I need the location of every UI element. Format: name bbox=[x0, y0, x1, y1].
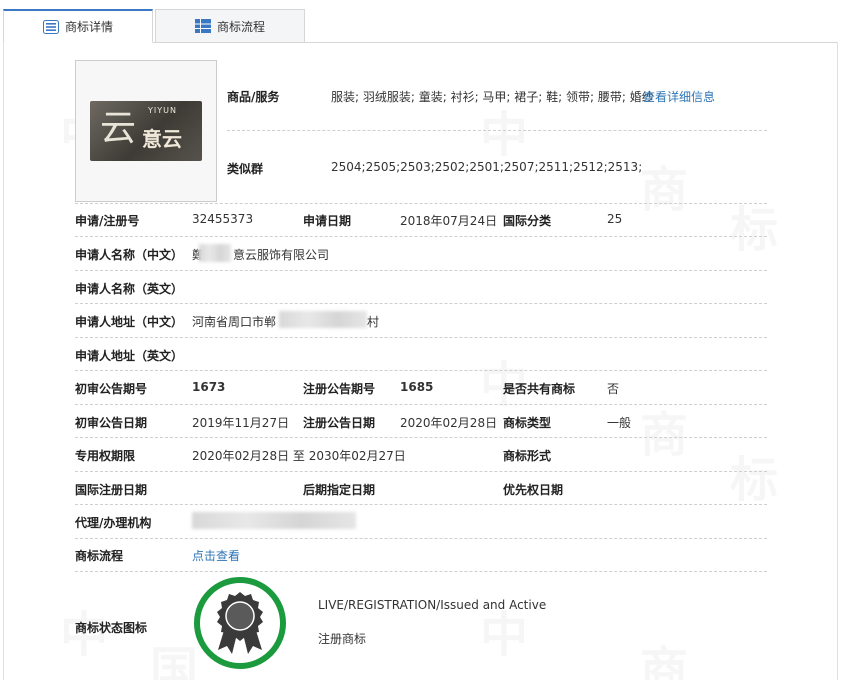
divider bbox=[75, 437, 767, 438]
award-ribbon-icon bbox=[217, 592, 263, 654]
divider bbox=[75, 538, 767, 539]
exclusive-label: 专用权期限 bbox=[75, 449, 136, 463]
reg-pub-no-value: 1685 bbox=[400, 380, 434, 394]
address-cn-prefix: 河南省周口市郸 bbox=[192, 315, 277, 329]
reg-pub-no-label: 注册公告期号 bbox=[303, 382, 376, 396]
divider bbox=[75, 404, 767, 405]
divider bbox=[75, 504, 767, 505]
tab-label: 商标流程 bbox=[216, 19, 265, 34]
apply-date-label: 申请日期 bbox=[303, 214, 352, 228]
trademark-logo: 云 YIYUN 意云 bbox=[90, 101, 202, 161]
applicant-cn-value: 意云服饰有限公司 bbox=[233, 248, 330, 262]
status-badge bbox=[194, 577, 286, 669]
divider bbox=[75, 337, 767, 338]
divider bbox=[75, 236, 767, 237]
tab-trademark-detail[interactable]: 商标详情 bbox=[3, 9, 153, 43]
prelim-no-label: 初审公告期号 bbox=[75, 382, 148, 396]
redacted-block bbox=[199, 244, 231, 262]
later-date-label: 后期指定日期 bbox=[303, 483, 376, 497]
priority-date-label: 优先权日期 bbox=[503, 483, 564, 497]
list-icon bbox=[42, 19, 59, 34]
tm-type-value: 一般 bbox=[607, 416, 632, 430]
address-cn-suffix: 村 bbox=[367, 315, 380, 329]
logo-mark: 云 bbox=[100, 108, 137, 149]
redacted-block bbox=[192, 512, 356, 529]
status-text-cn: 注册商标 bbox=[318, 632, 367, 646]
view-process-link[interactable]: 点击查看 bbox=[192, 547, 240, 564]
applicant-cn-label: 申请人名称（中文） bbox=[75, 248, 184, 262]
prelim-date-label: 初审公告日期 bbox=[75, 416, 148, 430]
reg-no-value: 32455373 bbox=[192, 212, 254, 226]
apply-date-value: 2018年07月24日 bbox=[400, 214, 498, 228]
divider bbox=[75, 303, 767, 304]
goods-services-value: 服装; 羽绒服装; 童装; 衬衫; 马甲; 裙子; 鞋; 领带; 腰带; 婚纱 bbox=[331, 90, 654, 104]
divider bbox=[75, 471, 767, 472]
table-icon bbox=[194, 19, 211, 33]
shared-value: 否 bbox=[607, 382, 620, 396]
divider bbox=[227, 130, 767, 131]
redacted-block bbox=[279, 311, 367, 328]
address-cn-label: 申请人地址（中文） bbox=[75, 315, 184, 329]
logo-text-en: YIYUN bbox=[148, 106, 177, 115]
intl-class-value: 25 bbox=[607, 212, 623, 226]
divider bbox=[75, 203, 767, 204]
similar-group-value: 2504;2505;2503;2502;2501;2507;2511;2512;… bbox=[331, 160, 643, 174]
shared-label: 是否共有商标 bbox=[503, 382, 576, 396]
tab-trademark-process[interactable]: 商标流程 bbox=[155, 9, 305, 43]
exclusive-value: 2020年02月28日 至 2030年02月27日 bbox=[192, 449, 406, 463]
reg-pub-date-label: 注册公告日期 bbox=[303, 416, 376, 430]
prelim-date-value: 2019年11月27日 bbox=[192, 416, 290, 430]
view-details-link[interactable]: 查看详细信息 bbox=[643, 88, 715, 105]
tab-label: 商标详情 bbox=[64, 20, 113, 34]
intl-reg-date-label: 国际注册日期 bbox=[75, 483, 148, 497]
tm-type-label: 商标类型 bbox=[503, 416, 552, 430]
goods-services-label: 商品/服务 bbox=[227, 90, 280, 104]
divider bbox=[75, 270, 767, 271]
tm-form-label: 商标形式 bbox=[503, 449, 552, 463]
status-text-en: LIVE/REGISTRATION/Issued and Active bbox=[318, 598, 547, 612]
similar-group-label: 类似群 bbox=[227, 162, 264, 176]
agent-label: 代理/办理机构 bbox=[75, 516, 152, 530]
reg-pub-date-value: 2020年02月28日 bbox=[400, 416, 498, 430]
process-label: 商标流程 bbox=[75, 549, 124, 563]
prelim-no-value: 1673 bbox=[192, 380, 226, 394]
divider bbox=[75, 571, 767, 572]
address-en-label: 申请人地址（英文） bbox=[75, 349, 184, 363]
trademark-image[interactable]: 云 YIYUN 意云 bbox=[75, 60, 217, 202]
applicant-en-label: 申请人名称（英文） bbox=[75, 282, 184, 296]
reg-no-label: 申请/注册号 bbox=[75, 214, 140, 228]
status-icon-label: 商标状态图标 bbox=[75, 621, 148, 635]
divider bbox=[75, 370, 767, 371]
logo-text-cn: 意云 bbox=[142, 127, 182, 151]
intl-class-label: 国际分类 bbox=[503, 214, 552, 228]
tab-bar: 商标详情 商标流程 bbox=[3, 9, 838, 43]
